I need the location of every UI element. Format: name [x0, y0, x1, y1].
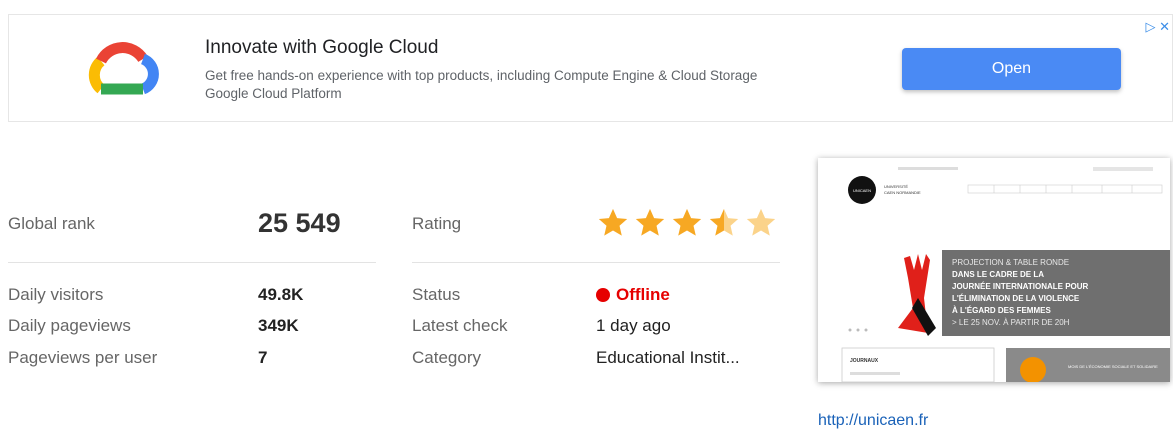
status-value: Offline — [616, 285, 670, 304]
status-badge: Offline — [596, 285, 670, 305]
divider-right — [412, 262, 780, 263]
thumb-banner-line6: > LE 25 NOV. À PARTIR DE 20H — [952, 318, 1070, 327]
thumb-univ-line1: UNIVERSITÉ — [884, 184, 908, 189]
status-label: Status — [412, 285, 461, 304]
global-rank-label: Global rank — [8, 214, 95, 233]
thumb-card2-label: MOIS DE L'ÉCONOMIE SOCIALE ET SOLIDAIRE — [1068, 364, 1158, 369]
ad-description: Get free hands-on experience with top pr… — [205, 67, 757, 103]
thumbnail-screenshot: UNICAEN UNIVERSITÉ CAEN NORMANDIE PROJEC… — [818, 158, 1170, 382]
rating-stars — [596, 206, 778, 240]
daily-visitors-value: 49.8K — [258, 285, 304, 304]
ad-advertiser: Google Cloud Platform — [205, 86, 342, 101]
latest-check-label: Latest check — [412, 316, 508, 335]
pageviews-per-user-value: 7 — [258, 348, 268, 367]
adchoices-icon[interactable]: ▷ ✕ — [1145, 19, 1170, 35]
star-full-icon — [598, 208, 628, 236]
thumb-banner-line5: À L'ÉGARD DES FEMMES — [952, 306, 1051, 315]
website-url-link[interactable]: http://unicaen.fr — [818, 412, 928, 430]
ad-banner[interactable]: Innovate with Google Cloud Get free hand… — [8, 14, 1173, 122]
thumb-banner-line3: JOURNÉE INTERNATIONALE POUR — [952, 282, 1089, 291]
star-full-icon — [672, 208, 702, 236]
rating-label: Rating — [412, 214, 462, 233]
google-cloud-logo-icon — [88, 42, 159, 95]
daily-visitors-label: Daily visitors — [8, 285, 104, 304]
daily-pageviews-label: Daily pageviews — [8, 316, 131, 335]
pageviews-per-user-label: Pageviews per user — [8, 348, 158, 367]
global-rank-value: 25 549 — [258, 208, 341, 238]
thumb-banner-line4: L'ÉLIMINATION DE LA VIOLENCE — [952, 294, 1080, 303]
thumb-banner-line1: PROJECTION & TABLE RONDE — [952, 258, 1069, 267]
star-half-icon — [709, 208, 739, 236]
star-full-icon — [635, 208, 665, 236]
thumb-banner-line2: DANS LE CADRE DE LA — [952, 270, 1044, 279]
ad-description-text: Get free hands-on experience with top pr… — [205, 68, 758, 83]
ad-title[interactable]: Innovate with Google Cloud — [205, 37, 438, 59]
ad-open-button[interactable]: Open — [902, 48, 1121, 90]
category-value[interactable]: Educational Instit... — [596, 348, 740, 368]
thumb-univ-line2: CAEN NORMANDIE — [884, 190, 921, 195]
latest-check-value: 1 day ago — [596, 316, 671, 335]
thumb-logo-text: UNICAEN — [853, 188, 871, 193]
category-label: Category — [412, 348, 481, 367]
offline-dot-icon — [596, 288, 610, 302]
daily-pageviews-value: 349K — [258, 316, 299, 335]
divider-left — [8, 262, 376, 263]
star-empty-icon — [746, 208, 776, 236]
thumb-card-label: JOURNAUX — [850, 358, 879, 364]
website-thumbnail[interactable]: UNICAEN UNIVERSITÉ CAEN NORMANDIE PROJEC… — [818, 158, 1170, 382]
